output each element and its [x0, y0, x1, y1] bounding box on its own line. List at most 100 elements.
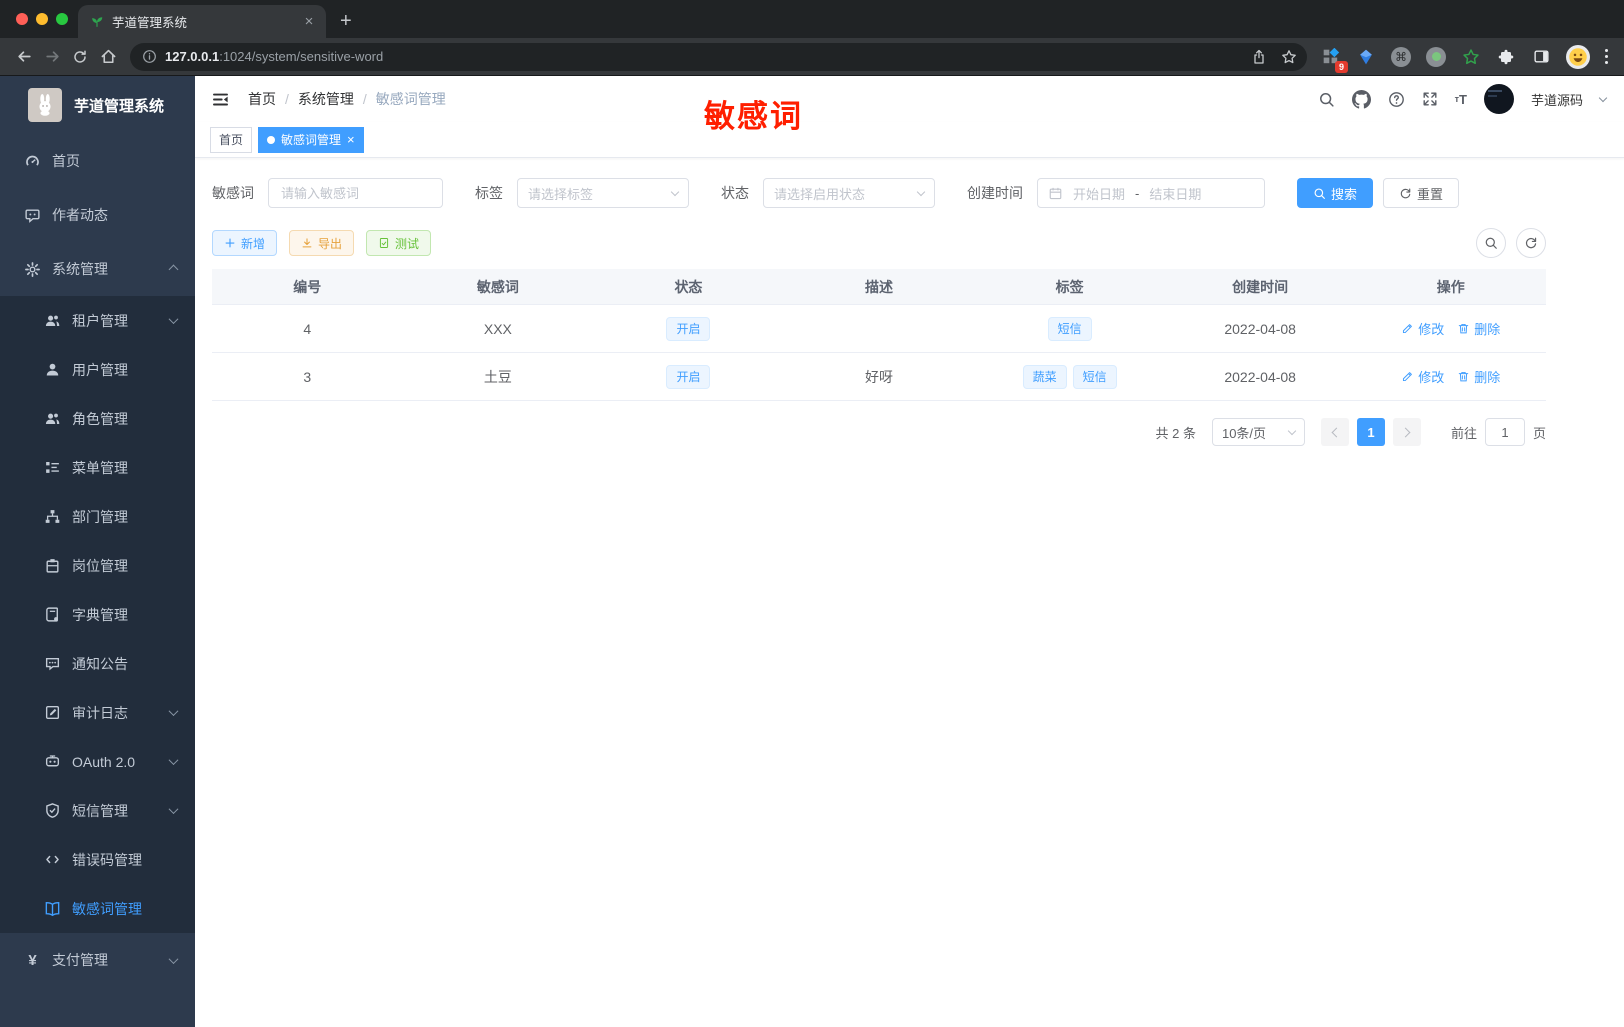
favicon-seedling-icon — [90, 15, 104, 29]
reset-button[interactable]: 重置 — [1383, 178, 1460, 208]
window-close-button[interactable] — [16, 13, 28, 25]
site-info-icon[interactable] — [142, 49, 157, 64]
prev-page-button[interactable] — [1320, 418, 1349, 446]
date-range-picker[interactable]: 开始日期 - 结束日期 — [1037, 178, 1265, 208]
edit-link[interactable]: 修改 — [1401, 319, 1444, 338]
refresh-table-button[interactable] — [1516, 228, 1546, 258]
test-button[interactable]: 测试 — [366, 230, 432, 256]
sidebar-item-post[interactable]: 岗位管理 — [0, 541, 195, 590]
sidebar-item-home[interactable]: 首页 — [0, 134, 195, 188]
chevron-down-icon — [168, 314, 179, 325]
refresh-icon — [1399, 187, 1412, 200]
pagination: 共 2 条 10条/页 1 前往 页 — [212, 418, 1546, 446]
user-avatar[interactable] — [1483, 84, 1514, 114]
tag-close-icon[interactable]: × — [347, 133, 355, 146]
date-filter-label: 创建时间 — [967, 185, 1023, 201]
rabbit-logo-icon — [28, 88, 62, 122]
bookmark-star-icon[interactable] — [1281, 49, 1297, 65]
tag-badge: 短信 — [1072, 364, 1117, 389]
browser-profile-avatar[interactable] — [1566, 44, 1590, 69]
extension-star-icon[interactable] — [1461, 47, 1481, 67]
page-unit-label: 页 — [1532, 425, 1546, 441]
tag-select[interactable]: 请选择标签 — [517, 178, 689, 208]
search-button[interactable]: 搜索 — [1297, 178, 1374, 208]
add-button[interactable]: 新增 — [212, 230, 278, 256]
font-size-button[interactable]: тT — [1455, 92, 1467, 107]
search-icon — [1313, 187, 1326, 200]
delete-link[interactable]: 删除 — [1457, 367, 1500, 386]
extension-gem-icon[interactable] — [1356, 47, 1376, 67]
toggle-search-button[interactable] — [1476, 228, 1506, 258]
browser-tab[interactable]: 芋道管理系统 × — [78, 5, 326, 38]
delete-link[interactable]: 删除 — [1457, 319, 1500, 338]
sidebar-collapse-button[interactable] — [211, 90, 230, 109]
sidebar-item-role[interactable]: 角色管理 — [0, 394, 195, 443]
extensions-puzzle-icon[interactable] — [1496, 47, 1516, 67]
side-panel-icon[interactable] — [1531, 47, 1551, 67]
extension-grid-icon[interactable]: 9 — [1321, 47, 1348, 73]
tag-sensitive-word[interactable]: 敏感词管理 × — [258, 126, 364, 153]
header-search-button[interactable] — [1318, 91, 1335, 108]
sidebar-item-dept[interactable]: 部门管理 — [0, 492, 195, 541]
notice-icon — [44, 655, 61, 672]
tab-close-icon[interactable]: × — [300, 13, 318, 31]
fullscreen-button[interactable] — [1422, 91, 1438, 107]
sidebar-item-oauth[interactable]: OAuth 2.0 — [0, 737, 195, 786]
window-zoom-button[interactable] — [56, 13, 68, 25]
sidebar-item-audit-log[interactable]: 审计日志 — [0, 688, 195, 737]
sidebar-item-dict[interactable]: 字典管理 — [0, 590, 195, 639]
forward-button[interactable] — [38, 43, 66, 71]
sidebar: 芋道管理系统 首页 作者动态 系统管理 租户管理 用户管理 角色管理 菜单管理 … — [0, 76, 195, 1027]
export-button[interactable]: 导出 — [289, 230, 355, 256]
sidebar-item-menu[interactable]: 菜单管理 — [0, 443, 195, 492]
extension-command-icon[interactable]: ⌘ — [1391, 46, 1411, 67]
extension-record-icon[interactable] — [1426, 46, 1446, 67]
top-navbar: 首页 / 系统管理 / 敏感词管理 тT 芋道源码 — [195, 76, 1624, 122]
next-page-button[interactable] — [1392, 418, 1421, 446]
sidebar-item-system[interactable]: 系统管理 — [0, 242, 195, 296]
window-minimize-button[interactable] — [36, 13, 48, 25]
edit-link[interactable]: 修改 — [1401, 367, 1444, 386]
breadcrumb-home[interactable]: 首页 — [248, 89, 276, 109]
share-icon[interactable] — [1251, 49, 1267, 65]
chat-icon — [24, 207, 41, 224]
breadcrumb-separator: / — [362, 91, 367, 107]
sidebar-item-notice[interactable]: 通知公告 — [0, 639, 195, 688]
chevron-down-icon — [670, 187, 680, 196]
sidebar-item-pay[interactable]: ¥ 支付管理 — [0, 933, 195, 987]
browser-menu-icon[interactable] — [1605, 49, 1608, 64]
current-page-button[interactable]: 1 — [1356, 418, 1385, 446]
chevron-down-icon — [168, 953, 179, 964]
page-size-select[interactable]: 10条/页 — [1211, 418, 1305, 446]
sidebar-item-tenant[interactable]: 租户管理 — [0, 296, 195, 345]
sidebar-item-sensitive-word[interactable]: 敏感词管理 — [0, 884, 195, 933]
new-tab-button[interactable]: + — [340, 11, 352, 31]
reload-button[interactable] — [66, 43, 94, 71]
tab-title: 芋道管理系统 — [112, 16, 188, 30]
cell-word: XXX — [483, 320, 512, 337]
chevron-down-icon — [168, 804, 179, 815]
sidebar-item-user[interactable]: 用户管理 — [0, 345, 195, 394]
url-bar[interactable]: 127.0.0.1:1024/system/sensitive-word — [130, 42, 1307, 71]
url-path: :1024/system/sensitive-word — [219, 49, 384, 64]
breadcrumb-system[interactable]: 系统管理 — [298, 89, 354, 109]
help-button[interactable] — [1388, 91, 1405, 108]
goto-page-input[interactable] — [1484, 418, 1525, 446]
back-button[interactable] — [10, 43, 38, 71]
cell-created: 2022-04-08 — [1224, 320, 1296, 337]
sidebar-item-author-news[interactable]: 作者动态 — [0, 188, 195, 242]
home-button[interactable] — [94, 43, 122, 71]
cell-status: 开启 — [593, 364, 784, 389]
github-button[interactable] — [1352, 90, 1371, 109]
sidebar-item-sms[interactable]: 短信管理 — [0, 786, 195, 835]
tag-home[interactable]: 首页 — [210, 126, 253, 153]
user-name[interactable]: 芋道源码 — [1531, 90, 1583, 109]
app-logo[interactable]: 芋道管理系统 — [0, 76, 195, 134]
sensitive-word-table: 编号 敏感词 状态 描述 标签 创建时间 操作 4 XXX 开启 短信 2022… — [212, 269, 1546, 401]
sidebar-item-error-code[interactable]: 错误码管理 — [0, 835, 195, 884]
column-tags: 标签 — [1055, 278, 1084, 295]
table-row: 3 土豆 开启 好呀 蔬菜 短信 2022-04-08 修改 删除 — [212, 353, 1546, 401]
org-icon — [44, 508, 61, 525]
keyword-input[interactable] — [268, 178, 443, 208]
status-select[interactable]: 请选择启用状态 — [763, 178, 935, 208]
